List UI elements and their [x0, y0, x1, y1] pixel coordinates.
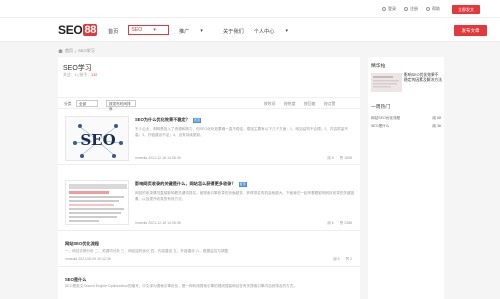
sort-like[interactable]: 按点赞	[324, 102, 335, 107]
main-nav: 首页 SEO ▾ 推广 ▾ 关于我们 个人中心 ▾	[108, 25, 308, 35]
publish-button[interactable]: 发布文章	[454, 25, 487, 36]
nav-about[interactable]: 关于我们	[223, 27, 244, 35]
pinned-badge: 置顶	[192, 117, 201, 123]
top-bar: 登录 注册 帮助 立即发文	[0, 0, 500, 18]
article-title[interactable]: 影响网页收录的关键是什么，网站怎么获得更多收录？ 置顶	[135, 181, 247, 187]
nav-promote[interactable]: 推广 ▾	[179, 27, 213, 35]
help-link[interactable]: 帮助	[426, 6, 440, 12]
list-item[interactable]: 影响网页收录的关键是什么，网站怎么获得更多收录？ 置顶 网站的收录情况直接影响着关…	[58, 175, 360, 231]
category-meta: 关注：1 | 帖子：132	[63, 73, 98, 77]
featured-title[interactable]: 影响SEO优化效果不稳定的因素及解决方法	[404, 73, 442, 83]
site-logo[interactable]: SEO 88	[58, 23, 98, 37]
page-title: SEO学习	[63, 65, 92, 72]
filter-bar: 分类 全部 按发布时间排序 按时间 按热度 按回复 按点赞	[58, 97, 360, 111]
article-summary: 网站的收录情况直接影响着关键词排名，被搜索引擎收录的页面越多，获得排名的机会就越…	[135, 191, 355, 201]
list-item[interactable]: 网站SEO优化流程阅 68	[371, 116, 441, 121]
nav-seo[interactable]: SEO ▾	[128, 25, 169, 35]
article-meta: inmedia 2021-12-18 14:08:35	[135, 221, 181, 225]
chevron-down-icon: ▾	[153, 27, 156, 33]
article-title[interactable]: SEO是什么	[65, 277, 86, 283]
seo-diagram-icon: SEO	[73, 124, 123, 158]
article-title[interactable]: 网站SEO优化流程	[65, 241, 99, 247]
article-screenshot-image	[65, 180, 129, 225]
help-icon	[426, 7, 430, 11]
article-summary: 一、网站诊断分析 二、关键词分析 三、网站结构优化 四、内容建设 五、外链建设 …	[65, 249, 229, 253]
seo-diagram-image: SEO	[65, 116, 129, 161]
article-meta: inmedia 2021-05-09 10:12:35	[65, 257, 111, 261]
sort-reply[interactable]: 按回复	[304, 102, 315, 107]
list-item[interactable]: 网站SEO优化流程 一、网站诊断分析 二、关键词分析 三、网站结构优化 四、内容…	[58, 235, 360, 267]
header: SEO 88 首页 SEO ▾ 推广 ▾ 关于我们 个人中心 ▾ 发布文章	[0, 18, 500, 42]
chevron-down-icon: ▾	[285, 28, 289, 34]
post-button[interactable]: 立即发文	[452, 5, 480, 14]
filter-label: 分类	[64, 101, 72, 106]
article-summary: 不少企业，明明是投入了资源和精力，但SEO优化效果确一直不稳定。原因主要有以下几…	[135, 127, 348, 137]
sidebar: 精华帖 影响SEO优化效果不稳定的因素及解决方法 一周热门 网站SEO优化流程阅…	[368, 57, 444, 299]
article-stats: 阅 6赞 2	[333, 257, 352, 261]
breadcrumb: 首页 / SEO学习	[58, 48, 95, 54]
list-item[interactable]: SEO是什么阅 36	[371, 124, 441, 129]
chevron-down-icon: ▾	[200, 28, 203, 34]
sidebar-title: 一周热门	[371, 105, 391, 110]
article-summary: SEO是英文Search Engine Optimization的缩写，中文译为…	[65, 284, 297, 288]
list-item[interactable]: SEO SEO为什么优化效果不稳定？ 置顶 不少企业，明明是投入了资源和精力，但S…	[58, 111, 360, 165]
user-icon	[382, 7, 386, 11]
breadcrumb-home[interactable]: 首页	[65, 48, 73, 54]
article-meta: inmedia 2021-12-18 14:08:35	[135, 156, 181, 160]
screenshot-thumb-icon	[66, 181, 128, 224]
category-select[interactable]: 全部	[76, 100, 98, 107]
login-link[interactable]: 登录	[382, 6, 396, 12]
register-icon	[404, 7, 408, 11]
article-stats: 阅 6赞 1558	[327, 156, 352, 160]
nav-profile[interactable]: 个人中心 ▾	[254, 27, 298, 35]
featured-image[interactable]	[371, 73, 402, 92]
featured-thumb-icon	[371, 73, 402, 92]
sort-time[interactable]: 按时间	[264, 102, 275, 107]
article-stats: 阅 6赞 2388	[327, 221, 352, 225]
main-content: SEO学习 关注：1 | 帖子：132 分类 全部 按发布时间排序 按时间 按热…	[58, 57, 360, 299]
home-icon	[58, 49, 63, 53]
article-title[interactable]: SEO为什么优化效果不稳定？ 置顶	[135, 117, 201, 123]
list-item[interactable]: SEO是什么 SEO是英文Search Engine Optimization的…	[58, 271, 360, 299]
register-link[interactable]: 注册	[404, 6, 418, 12]
pinned-badge: 置顶	[238, 181, 247, 187]
nav-home[interactable]: 首页	[108, 27, 118, 35]
top-links: 登录 注册 帮助	[382, 6, 440, 12]
sort-hot[interactable]: 按热度	[284, 102, 295, 107]
breadcrumb-current: SEO学习	[78, 48, 95, 53]
sort-select[interactable]: 按发布时间排序	[106, 100, 136, 111]
sidebar-title: 精华帖	[371, 64, 386, 69]
svg-text:SEO: SEO	[80, 131, 115, 149]
